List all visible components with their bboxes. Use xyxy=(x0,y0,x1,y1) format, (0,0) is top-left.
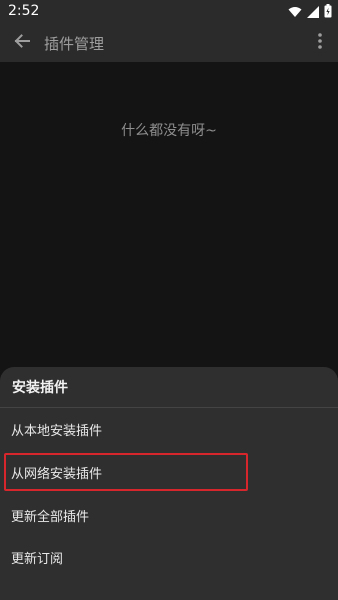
menu-item-label: 更新全部插件 xyxy=(11,510,90,525)
arrow-left-icon xyxy=(13,32,31,54)
app-bar: 插件管理 xyxy=(0,24,338,62)
menu-item-label: 更新订阅 xyxy=(11,552,64,567)
install-from-local-item[interactable]: 从本地安装插件 xyxy=(0,408,338,450)
install-plugin-sheet: 安装插件 从本地安装插件 从网络安装插件 更新全部插件 更新订阅 xyxy=(0,367,338,600)
update-subscriptions-item[interactable]: 更新订阅 xyxy=(0,536,338,578)
menu-item-label: 从本地安装插件 xyxy=(11,424,103,439)
sheet-title: 安装插件 xyxy=(12,380,68,396)
page-title: 插件管理 xyxy=(44,35,105,53)
status-icons xyxy=(288,3,332,22)
highlight-box xyxy=(4,453,248,491)
back-button[interactable] xyxy=(9,30,35,56)
cellular-signal-icon xyxy=(307,3,319,22)
update-all-plugins-item[interactable]: 更新全部插件 xyxy=(0,494,338,536)
wifi-icon xyxy=(288,3,302,22)
empty-state-message: 什么都没有呀~ xyxy=(121,123,217,139)
more-options-button[interactable] xyxy=(314,32,326,54)
battery-icon xyxy=(324,3,332,22)
status-time: 2:52 xyxy=(8,3,40,19)
status-bar: 2:52 xyxy=(0,0,338,24)
more-vertical-icon xyxy=(318,33,322,53)
plugin-list-area: 什么都没有呀~ xyxy=(0,62,338,367)
